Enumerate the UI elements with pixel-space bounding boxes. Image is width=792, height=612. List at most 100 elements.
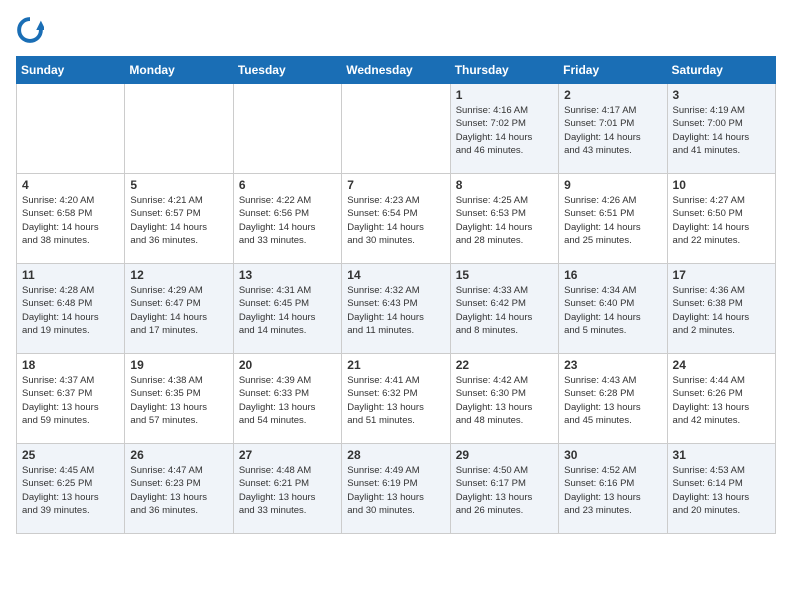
calendar-cell: 27 Sunrise: 4:48 AM Sunset: 6:21 PM Dayli… <box>233 444 341 534</box>
weekday-header: Monday <box>125 57 233 84</box>
calendar-cell: 26Sunrise: 4:47 AM Sunset: 6:23 PM Dayli… <box>125 444 233 534</box>
calendar-cell: 10 Sunrise: 4:27 AM Sunset: 6:50 PM Dayli… <box>667 174 775 264</box>
day-number: 6 <box>239 178 336 192</box>
calendar-body: 1 Sunrise: 4:16 AM Sunset: 7:02 PM Daylig… <box>17 84 776 534</box>
calendar-week-row: 4 Sunrise: 4:20 AM Sunset: 6:58 PM Daylig… <box>17 174 776 264</box>
calendar-cell: 9 Sunrise: 4:26 AM Sunset: 6:51 PM Daylig… <box>559 174 667 264</box>
day-number: 24 <box>673 358 770 372</box>
day-number: 21 <box>347 358 444 372</box>
calendar-cell <box>342 84 450 174</box>
day-info: Sunrise: 4:27 AM Sunset: 6:50 PM Dayligh… <box>673 194 770 247</box>
calendar-cell: 8Sunrise: 4:25 AM Sunset: 6:53 PM Daylig… <box>450 174 558 264</box>
calendar-cell: 1 Sunrise: 4:16 AM Sunset: 7:02 PM Daylig… <box>450 84 558 174</box>
calendar-cell: 28 Sunrise: 4:49 AM Sunset: 6:19 PM Dayli… <box>342 444 450 534</box>
day-number: 8 <box>456 178 553 192</box>
day-info: Sunrise: 4:28 AM Sunset: 6:48 PM Dayligh… <box>22 284 119 337</box>
logo <box>16 16 48 44</box>
day-info: Sunrise: 4:37 AM Sunset: 6:37 PM Dayligh… <box>22 374 119 427</box>
day-number: 20 <box>239 358 336 372</box>
day-info: Sunrise: 4:36 AM Sunset: 6:38 PM Dayligh… <box>673 284 770 337</box>
calendar-cell: 3 Sunrise: 4:19 AM Sunset: 7:00 PM Daylig… <box>667 84 775 174</box>
weekday-header: Sunday <box>17 57 125 84</box>
day-number: 2 <box>564 88 661 102</box>
day-info: Sunrise: 4:47 AM Sunset: 6:23 PM Dayligh… <box>130 464 227 517</box>
day-info: Sunrise: 4:33 AM Sunset: 6:42 PM Dayligh… <box>456 284 553 337</box>
calendar-cell: 13 Sunrise: 4:31 AM Sunset: 6:45 PM Dayli… <box>233 264 341 354</box>
calendar-week-row: 25 Sunrise: 4:45 AM Sunset: 6:25 PM Dayli… <box>17 444 776 534</box>
day-number: 27 <box>239 448 336 462</box>
day-number: 3 <box>673 88 770 102</box>
day-info: Sunrise: 4:48 AM Sunset: 6:21 PM Dayligh… <box>239 464 336 517</box>
day-number: 31 <box>673 448 770 462</box>
day-info: Sunrise: 4:52 AM Sunset: 6:16 PM Dayligh… <box>564 464 661 517</box>
day-info: Sunrise: 4:29 AM Sunset: 6:47 PM Dayligh… <box>130 284 227 337</box>
day-number: 25 <box>22 448 119 462</box>
calendar-cell: 22Sunrise: 4:42 AM Sunset: 6:30 PM Dayli… <box>450 354 558 444</box>
day-info: Sunrise: 4:41 AM Sunset: 6:32 PM Dayligh… <box>347 374 444 427</box>
day-number: 10 <box>673 178 770 192</box>
day-number: 5 <box>130 178 227 192</box>
day-info: Sunrise: 4:23 AM Sunset: 6:54 PM Dayligh… <box>347 194 444 247</box>
calendar-cell <box>17 84 125 174</box>
day-info: Sunrise: 4:38 AM Sunset: 6:35 PM Dayligh… <box>130 374 227 427</box>
day-info: Sunrise: 4:39 AM Sunset: 6:33 PM Dayligh… <box>239 374 336 427</box>
day-info: Sunrise: 4:45 AM Sunset: 6:25 PM Dayligh… <box>22 464 119 517</box>
day-info: Sunrise: 4:21 AM Sunset: 6:57 PM Dayligh… <box>130 194 227 247</box>
calendar-cell <box>125 84 233 174</box>
day-info: Sunrise: 4:19 AM Sunset: 7:00 PM Dayligh… <box>673 104 770 157</box>
page-header <box>16 16 776 44</box>
calendar-cell: 21 Sunrise: 4:41 AM Sunset: 6:32 PM Dayli… <box>342 354 450 444</box>
calendar-cell: 24 Sunrise: 4:44 AM Sunset: 6:26 PM Dayli… <box>667 354 775 444</box>
calendar-cell: 20 Sunrise: 4:39 AM Sunset: 6:33 PM Dayli… <box>233 354 341 444</box>
day-number: 4 <box>22 178 119 192</box>
day-number: 30 <box>564 448 661 462</box>
calendar-cell: 30 Sunrise: 4:52 AM Sunset: 6:16 PM Dayli… <box>559 444 667 534</box>
calendar-cell: 14 Sunrise: 4:32 AM Sunset: 6:43 PM Dayli… <box>342 264 450 354</box>
day-number: 11 <box>22 268 119 282</box>
day-number: 17 <box>673 268 770 282</box>
day-number: 1 <box>456 88 553 102</box>
day-info: Sunrise: 4:43 AM Sunset: 6:28 PM Dayligh… <box>564 374 661 427</box>
day-info: Sunrise: 4:34 AM Sunset: 6:40 PM Dayligh… <box>564 284 661 337</box>
calendar-cell: 29 Sunrise: 4:50 AM Sunset: 6:17 PM Dayli… <box>450 444 558 534</box>
day-info: Sunrise: 4:22 AM Sunset: 6:56 PM Dayligh… <box>239 194 336 247</box>
weekday-row: SundayMondayTuesdayWednesdayThursdayFrid… <box>17 57 776 84</box>
calendar-table: SundayMondayTuesdayWednesdayThursdayFrid… <box>16 56 776 534</box>
calendar-cell: 11 Sunrise: 4:28 AM Sunset: 6:48 PM Dayli… <box>17 264 125 354</box>
day-number: 16 <box>564 268 661 282</box>
calendar-cell: 2Sunrise: 4:17 AM Sunset: 7:01 PM Daylig… <box>559 84 667 174</box>
day-info: Sunrise: 4:16 AM Sunset: 7:02 PM Dayligh… <box>456 104 553 157</box>
day-info: Sunrise: 4:50 AM Sunset: 6:17 PM Dayligh… <box>456 464 553 517</box>
calendar-week-row: 1 Sunrise: 4:16 AM Sunset: 7:02 PM Daylig… <box>17 84 776 174</box>
day-number: 14 <box>347 268 444 282</box>
calendar-cell: 23 Sunrise: 4:43 AM Sunset: 6:28 PM Dayli… <box>559 354 667 444</box>
day-info: Sunrise: 4:20 AM Sunset: 6:58 PM Dayligh… <box>22 194 119 247</box>
calendar-header: SundayMondayTuesdayWednesdayThursdayFrid… <box>17 57 776 84</box>
calendar-week-row: 18Sunrise: 4:37 AM Sunset: 6:37 PM Dayli… <box>17 354 776 444</box>
day-number: 23 <box>564 358 661 372</box>
day-number: 7 <box>347 178 444 192</box>
day-info: Sunrise: 4:31 AM Sunset: 6:45 PM Dayligh… <box>239 284 336 337</box>
weekday-header: Thursday <box>450 57 558 84</box>
day-number: 12 <box>130 268 227 282</box>
day-info: Sunrise: 4:32 AM Sunset: 6:43 PM Dayligh… <box>347 284 444 337</box>
calendar-cell: 25 Sunrise: 4:45 AM Sunset: 6:25 PM Dayli… <box>17 444 125 534</box>
day-info: Sunrise: 4:49 AM Sunset: 6:19 PM Dayligh… <box>347 464 444 517</box>
weekday-header: Tuesday <box>233 57 341 84</box>
day-info: Sunrise: 4:42 AM Sunset: 6:30 PM Dayligh… <box>456 374 553 427</box>
calendar-cell <box>233 84 341 174</box>
calendar-cell: 19Sunrise: 4:38 AM Sunset: 6:35 PM Dayli… <box>125 354 233 444</box>
day-number: 15 <box>456 268 553 282</box>
day-number: 29 <box>456 448 553 462</box>
calendar-week-row: 11 Sunrise: 4:28 AM Sunset: 6:48 PM Dayli… <box>17 264 776 354</box>
calendar-cell: 16 Sunrise: 4:34 AM Sunset: 6:40 PM Dayli… <box>559 264 667 354</box>
day-number: 13 <box>239 268 336 282</box>
day-number: 9 <box>564 178 661 192</box>
day-number: 28 <box>347 448 444 462</box>
weekday-header: Friday <box>559 57 667 84</box>
weekday-header: Saturday <box>667 57 775 84</box>
day-info: Sunrise: 4:44 AM Sunset: 6:26 PM Dayligh… <box>673 374 770 427</box>
calendar-cell: 17 Sunrise: 4:36 AM Sunset: 6:38 PM Dayli… <box>667 264 775 354</box>
weekday-header: Wednesday <box>342 57 450 84</box>
day-info: Sunrise: 4:26 AM Sunset: 6:51 PM Dayligh… <box>564 194 661 247</box>
